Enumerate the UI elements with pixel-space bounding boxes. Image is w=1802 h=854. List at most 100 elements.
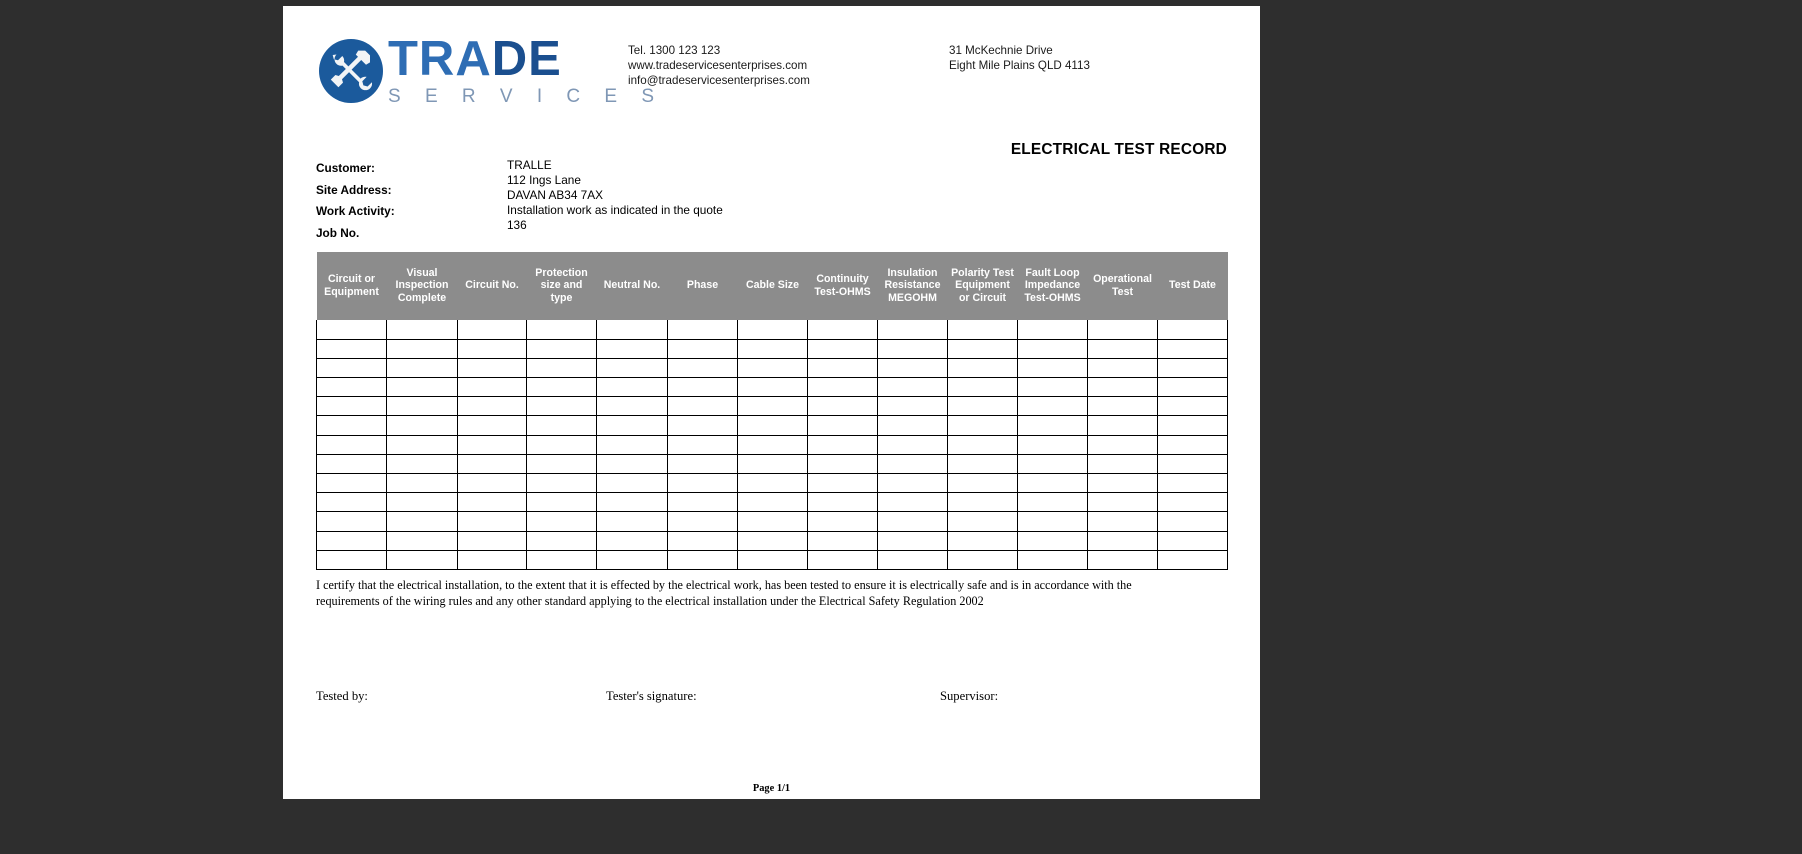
table-cell[interactable] (526, 357, 597, 379)
table-cell[interactable] (457, 511, 527, 532)
table-cell[interactable] (1087, 530, 1158, 551)
table-cell[interactable] (947, 530, 1018, 551)
table-cell[interactable] (526, 320, 597, 340)
table-cell[interactable] (457, 549, 527, 570)
table-cell[interactable] (526, 549, 597, 570)
table-cell[interactable] (947, 396, 1018, 417)
table-cell[interactable] (386, 472, 458, 494)
table-cell[interactable] (526, 396, 597, 417)
table-cell[interactable] (1157, 472, 1228, 494)
table-cell[interactable] (457, 357, 527, 379)
table-cell[interactable] (807, 511, 878, 532)
table-cell[interactable] (1157, 492, 1228, 513)
table-cell[interactable] (947, 338, 1018, 359)
table-cell[interactable] (947, 492, 1018, 513)
table-cell[interactable] (947, 415, 1018, 436)
table-cell[interactable] (1017, 453, 1088, 475)
table-cell[interactable] (947, 357, 1018, 379)
table-cell[interactable] (1087, 320, 1158, 340)
table-cell[interactable] (737, 549, 808, 570)
table-cell[interactable] (386, 530, 458, 551)
table-cell[interactable] (877, 472, 948, 494)
table-cell[interactable] (1087, 357, 1158, 379)
table-cell[interactable] (1157, 549, 1228, 570)
table-cell[interactable] (667, 377, 738, 398)
table-cell[interactable] (737, 492, 808, 513)
table-cell[interactable] (737, 357, 808, 379)
table-cell[interactable] (316, 511, 387, 532)
table-cell[interactable] (737, 396, 808, 417)
table-cell[interactable] (807, 492, 878, 513)
table-cell[interactable] (1087, 549, 1158, 570)
table-cell[interactable] (1017, 377, 1088, 398)
table-cell[interactable] (947, 511, 1018, 532)
table-cell[interactable] (526, 511, 597, 532)
table-cell[interactable] (1017, 530, 1088, 551)
table-cell[interactable] (596, 492, 668, 513)
table-cell[interactable] (386, 434, 458, 455)
table-cell[interactable] (1087, 434, 1158, 455)
table-cell[interactable] (947, 320, 1018, 340)
table-cell[interactable] (947, 377, 1018, 398)
table-cell[interactable] (457, 472, 527, 494)
table-cell[interactable] (807, 415, 878, 436)
table-cell[interactable] (316, 338, 387, 359)
table-cell[interactable] (1087, 396, 1158, 417)
table-cell[interactable] (596, 511, 668, 532)
table-cell[interactable] (807, 396, 878, 417)
table-cell[interactable] (457, 396, 527, 417)
table-cell[interactable] (1017, 472, 1088, 494)
table-cell[interactable] (947, 549, 1018, 570)
table-cell[interactable] (1157, 338, 1228, 359)
table-cell[interactable] (457, 434, 527, 455)
table-cell[interactable] (667, 396, 738, 417)
table-cell[interactable] (596, 357, 668, 379)
table-cell[interactable] (737, 453, 808, 475)
table-cell[interactable] (316, 377, 387, 398)
table-cell[interactable] (386, 396, 458, 417)
table-cell[interactable] (1017, 357, 1088, 379)
table-cell[interactable] (316, 453, 387, 475)
table-cell[interactable] (877, 530, 948, 551)
table-cell[interactable] (1087, 492, 1158, 513)
table-cell[interactable] (807, 530, 878, 551)
table-cell[interactable] (596, 396, 668, 417)
table-cell[interactable] (596, 377, 668, 398)
table-cell[interactable] (667, 492, 738, 513)
table-cell[interactable] (667, 511, 738, 532)
table-cell[interactable] (877, 549, 948, 570)
table-cell[interactable] (596, 415, 668, 436)
table-cell[interactable] (526, 338, 597, 359)
table-cell[interactable] (316, 415, 387, 436)
table-cell[interactable] (807, 472, 878, 494)
table-cell[interactable] (667, 472, 738, 494)
table-cell[interactable] (877, 320, 948, 340)
table-cell[interactable] (1017, 549, 1088, 570)
table-cell[interactable] (457, 453, 527, 475)
table-cell[interactable] (1157, 396, 1228, 417)
table-cell[interactable] (737, 530, 808, 551)
table-cell[interactable] (596, 320, 668, 340)
table-cell[interactable] (1157, 415, 1228, 436)
table-cell[interactable] (877, 511, 948, 532)
table-cell[interactable] (526, 434, 597, 455)
table-cell[interactable] (1017, 434, 1088, 455)
table-cell[interactable] (1157, 357, 1228, 379)
table-cell[interactable] (1017, 492, 1088, 513)
table-cell[interactable] (316, 530, 387, 551)
table-cell[interactable] (457, 338, 527, 359)
table-cell[interactable] (386, 511, 458, 532)
table-cell[interactable] (877, 357, 948, 379)
table-cell[interactable] (316, 396, 387, 417)
table-cell[interactable] (807, 549, 878, 570)
table-cell[interactable] (807, 320, 878, 340)
table-cell[interactable] (596, 530, 668, 551)
table-cell[interactable] (877, 434, 948, 455)
table-cell[interactable] (1017, 320, 1088, 340)
table-cell[interactable] (316, 472, 387, 494)
table-cell[interactable] (1017, 511, 1088, 532)
table-cell[interactable] (737, 511, 808, 532)
table-cell[interactable] (526, 377, 597, 398)
table-cell[interactable] (737, 377, 808, 398)
table-cell[interactable] (877, 415, 948, 436)
